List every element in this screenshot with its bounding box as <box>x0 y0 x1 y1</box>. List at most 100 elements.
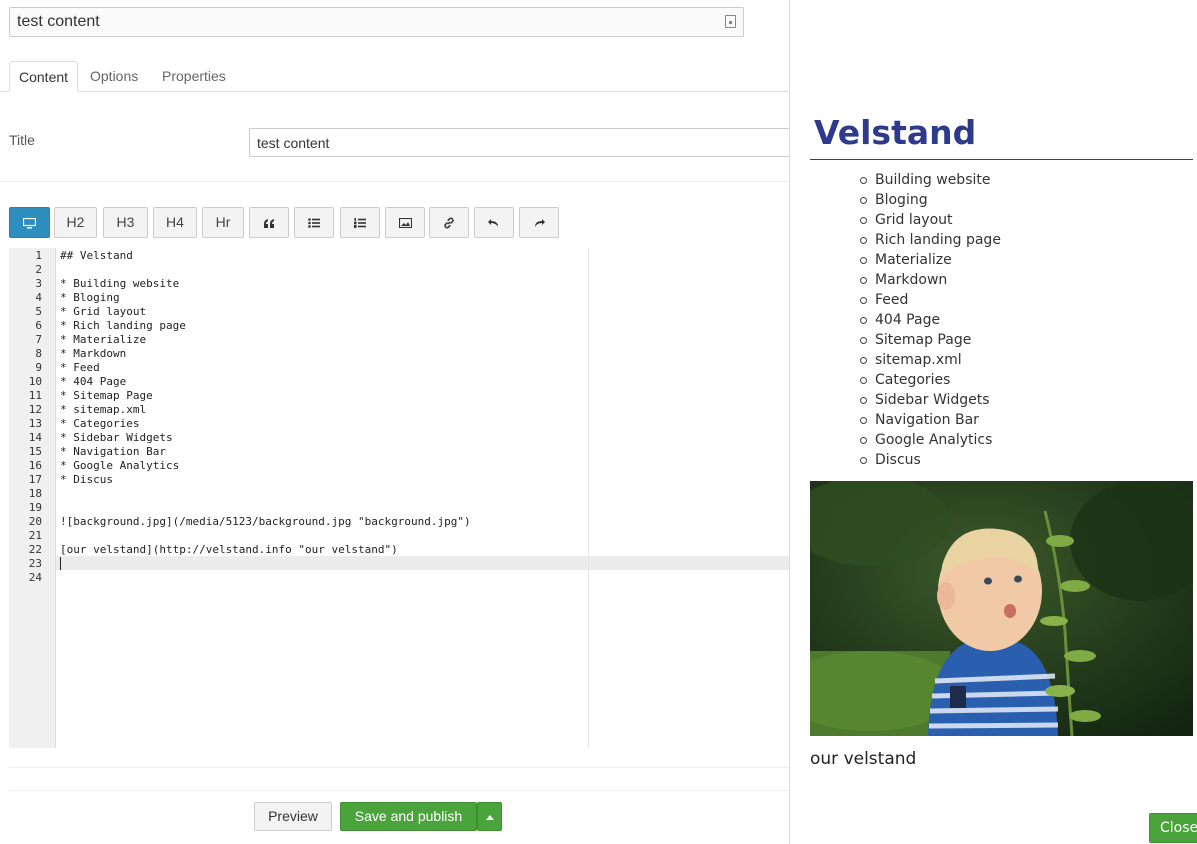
numbered-list-button[interactable] <box>340 207 380 238</box>
line-number: 1 <box>35 249 42 262</box>
redo-button[interactable] <box>519 207 559 238</box>
code-line: ## Velstand <box>60 249 133 262</box>
line-number: 18 <box>28 487 42 500</box>
h4-button[interactable]: H4 <box>153 207 197 238</box>
list-item: Bloging <box>810 190 1180 210</box>
redo-icon <box>535 219 545 228</box>
title-row: Title test content <box>0 92 789 182</box>
code-line: * Rich landing page <box>60 319 186 332</box>
editor-pane: test content Content Options Properties … <box>0 0 789 844</box>
line-number: 7 <box>35 333 42 346</box>
heading-underline <box>810 159 1193 160</box>
code-line: * Sidebar Widgets <box>60 431 173 444</box>
list-item: Categories <box>810 370 1180 390</box>
baby-photo-image <box>810 481 1193 736</box>
list-item: Feed <box>810 290 1180 310</box>
list-item: sitemap.xml <box>810 350 1180 370</box>
divider <box>9 767 789 768</box>
content-name-field[interactable]: test content <box>9 7 744 37</box>
line-number: 20 <box>28 515 42 528</box>
line-number: 17 <box>28 473 42 486</box>
title-input[interactable]: test content <box>249 128 789 157</box>
list-item: Navigation Bar <box>810 410 1180 430</box>
code-line: * sitemap.xml <box>60 403 147 416</box>
image-icon <box>398 218 412 229</box>
tab-properties[interactable]: Properties <box>153 61 235 92</box>
text-cursor <box>60 557 61 570</box>
tab-content[interactable]: Content <box>9 61 79 92</box>
line-number: 10 <box>28 375 42 388</box>
code-line: * Materialize <box>60 333 147 346</box>
content-name-value: test content <box>17 13 100 30</box>
line-number: 13 <box>28 417 42 430</box>
list-item: Discus <box>810 450 1180 470</box>
list-item: Sidebar Widgets <box>810 390 1180 410</box>
divider <box>9 790 789 791</box>
line-number: 15 <box>28 445 42 458</box>
code-line: * Categories <box>60 417 140 430</box>
list-item: Materialize <box>810 250 1180 270</box>
code-line: * Building website <box>60 277 180 290</box>
publish-options-button[interactable] <box>477 802 502 831</box>
numbered-list-icon <box>354 218 366 229</box>
h3-button[interactable]: H3 <box>103 207 148 238</box>
code-line: * Feed <box>60 361 100 374</box>
line-number: 5 <box>35 305 42 318</box>
list-item: Sitemap Page <box>810 330 1180 350</box>
code-line: * 404 Page <box>60 375 127 388</box>
monitor-icon <box>22 217 37 229</box>
link-icon <box>444 217 454 229</box>
line-number: 3 <box>35 277 42 290</box>
h2-button[interactable]: H2 <box>54 207 97 238</box>
undo-icon <box>488 219 498 228</box>
preview-link[interactable]: our velstand <box>810 749 916 769</box>
line-number: 6 <box>35 319 42 332</box>
lock-icon[interactable] <box>725 15 736 28</box>
code-line: * Google Analytics <box>60 459 180 472</box>
code-line: ![background.jpg](/media/5123/background… <box>60 515 471 528</box>
line-number: 8 <box>35 347 42 360</box>
line-number: 11 <box>28 389 42 402</box>
print-margin <box>588 248 589 748</box>
code-line: [our velstand](http://velstand.info "our… <box>60 543 398 556</box>
bullet-list-icon <box>308 218 320 229</box>
link-button[interactable] <box>429 207 469 238</box>
line-number: 12 <box>28 403 42 416</box>
preview-background-image <box>810 481 1193 736</box>
line-number: 19 <box>28 501 42 514</box>
list-item: Markdown <box>810 270 1180 290</box>
undo-button[interactable] <box>474 207 514 238</box>
code-line: * Grid layout <box>60 305 147 318</box>
line-number: 9 <box>35 361 42 374</box>
line-number: 24 <box>28 571 42 584</box>
active-line-highlight <box>9 556 789 570</box>
caret-up-icon <box>485 814 494 820</box>
code-line: * Navigation Bar <box>60 445 166 458</box>
markdown-code-editor[interactable]: 1 2 3 4 5 6 7 8 9 10 11 12 13 14 15 16 17 18 19 20 21 22 23 24 … <box>9 248 789 748</box>
line-number-gutter: 1 2 3 4 5 6 7 8 9 10 11 12 13 14 15 16 17 18 19 20 21 22 23 24 <box>9 248 56 748</box>
code-line: * Markdown <box>60 347 127 360</box>
line-number: 4 <box>35 291 42 304</box>
list-item: Building website <box>810 170 1180 190</box>
close-button[interactable]: Close <box>1149 813 1197 843</box>
preview-button[interactable]: Preview <box>254 802 332 831</box>
quote-icon <box>263 218 274 228</box>
code-line: * Bloging <box>60 291 120 304</box>
code-line: * Discus <box>60 473 113 486</box>
bullet-list-button[interactable] <box>294 207 334 238</box>
preview-toggle-button[interactable] <box>9 207 50 238</box>
save-and-publish-button[interactable]: Save and publish <box>340 802 477 831</box>
hr-button[interactable]: Hr <box>202 207 244 238</box>
list-item: Google Analytics <box>810 430 1180 450</box>
preview-feature-list: Building website Bloging Grid layout Rich l… <box>810 170 1180 470</box>
image-button[interactable] <box>385 207 425 238</box>
title-label: Title <box>9 132 35 148</box>
line-number: 14 <box>28 431 42 444</box>
tab-bar: Content Options Properties <box>0 60 789 92</box>
quote-button[interactable] <box>249 207 289 238</box>
list-item: Rich landing page <box>810 230 1180 250</box>
list-item: Grid layout <box>810 210 1180 230</box>
line-number: 23 <box>28 557 42 570</box>
tab-options[interactable]: Options <box>81 61 147 92</box>
preview-heading: Velstand <box>814 113 977 152</box>
